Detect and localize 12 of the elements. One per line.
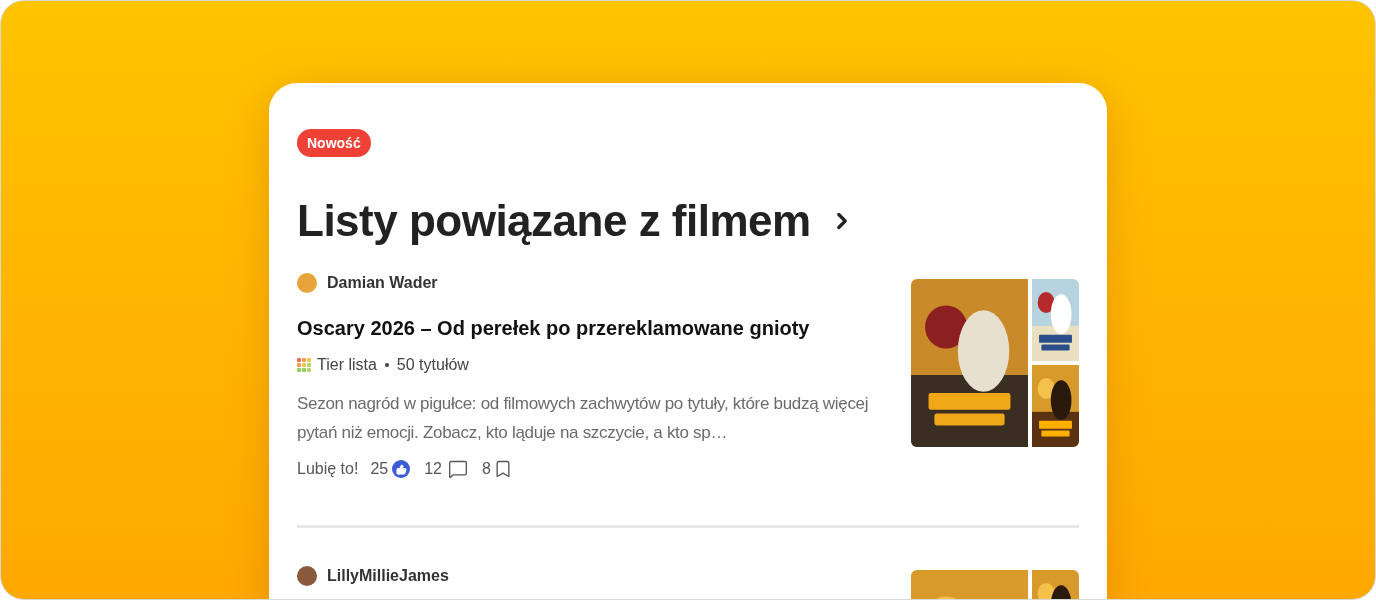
list-description: Sezon nagród w pigułce: od filmowych zachwytów po tytuły, które budzą więcej pytań niż emocji. Zobacz, kto ląduje na szczycie, a kto sp… [297,393,870,444]
author-name[interactable]: Damian Wader [327,271,438,295]
section-heading-link[interactable]: Listy powiązane z filmem [297,191,855,251]
new-badge: Nowość [297,129,371,157]
like-count: 25 [370,459,389,479]
list-title[interactable]: Oscary 2026 – Od perełek po przereklamowane gnioty [297,313,880,343]
save-count: 8 [482,459,491,479]
like-label[interactable]: Lubię to! [297,457,359,481]
author-name[interactable]: LillyMillieJames [327,564,449,588]
list-type: Tier lista [317,355,377,375]
comment-count: 12 [424,459,442,479]
title-count: 50 tytułów [396,355,469,375]
